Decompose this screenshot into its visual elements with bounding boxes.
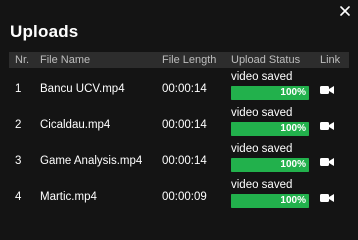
upload-status-text: video saved [231, 143, 293, 155]
column-header-link: Link [320, 54, 341, 66]
upload-progress-label: 100% [280, 195, 306, 206]
upload-progress-label: 100% [280, 87, 306, 98]
upload-progress-bar: 100% [231, 122, 309, 136]
upload-progress-label: 100% [280, 159, 306, 170]
dialog-title: Uploads [10, 22, 79, 41]
row-number: 3 [15, 155, 22, 167]
upload-progress-bar: 100% [231, 194, 309, 208]
table-row: 3 Game Analysis.mp4 00:00:14 video saved 100… [0, 142, 358, 178]
file-name: Bancu UCV.mp4 [40, 83, 125, 95]
video-camera-icon[interactable] [320, 154, 334, 166]
column-header-file-length: File Length [162, 54, 217, 66]
close-icon[interactable] [338, 4, 352, 18]
file-length: 00:00:14 [162, 119, 207, 131]
row-number: 1 [15, 83, 22, 95]
file-length: 00:00:14 [162, 155, 207, 167]
upload-progress-label: 100% [280, 123, 306, 134]
video-camera-icon[interactable] [320, 82, 334, 94]
file-length: 00:00:14 [162, 83, 207, 95]
file-length: 00:00:09 [162, 191, 207, 203]
upload-status-text: video saved [231, 71, 293, 83]
upload-progress-bar: 100% [231, 86, 309, 100]
file-name: Cicaldau.mp4 [40, 119, 111, 131]
table-row: 1 Bancu UCV.mp4 00:00:14 video saved 100% [0, 70, 358, 106]
table-row: 4 Martic.mp4 00:00:09 video saved 100% [0, 178, 358, 214]
upload-status-text: video saved [231, 179, 293, 191]
column-header-file-name: File Name [40, 54, 91, 66]
upload-progress-bar: 100% [231, 158, 309, 172]
table-row: 2 Cicaldau.mp4 00:00:14 video saved 100% [0, 106, 358, 142]
row-number: 4 [15, 191, 22, 203]
row-number: 2 [15, 119, 22, 131]
column-header-nr: Nr. [15, 54, 30, 66]
file-name: Game Analysis.mp4 [40, 155, 143, 167]
video-camera-icon[interactable] [320, 118, 334, 130]
video-camera-icon[interactable] [320, 190, 334, 202]
column-header-upload-status: Upload Status [231, 54, 301, 66]
file-name: Martic.mp4 [40, 191, 97, 203]
upload-status-text: video saved [231, 107, 293, 119]
